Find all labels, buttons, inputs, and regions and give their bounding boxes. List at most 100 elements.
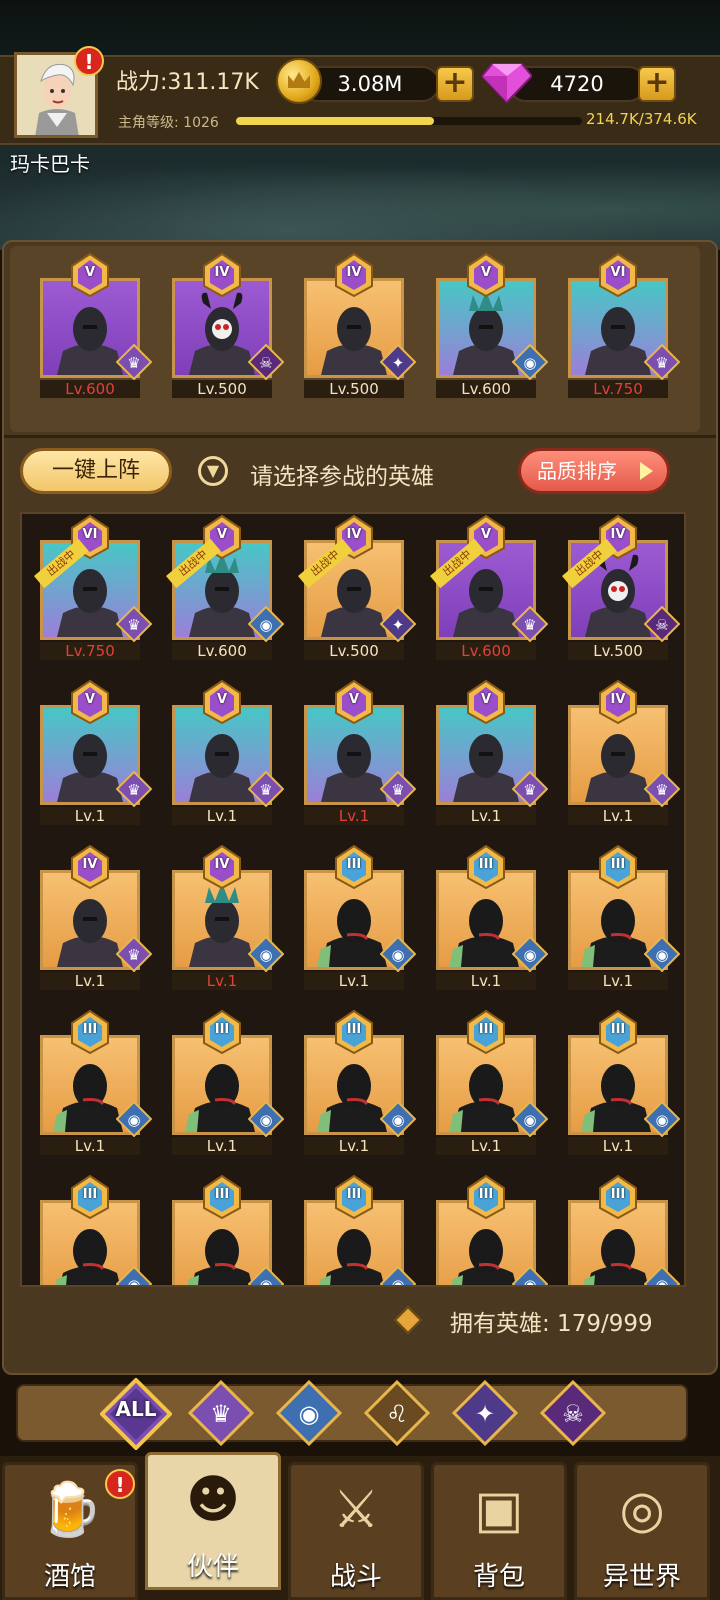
play-arrow-icon — [640, 462, 653, 480]
svg-text:✦: ✦ — [392, 616, 405, 634]
nav-tab-tavern[interactable]: 🍺 酒馆 ! — [2, 1462, 138, 1600]
faction-fish-icon: ◉ — [643, 1265, 681, 1287]
hero-level: Lv.500 — [304, 642, 404, 660]
svg-text:◉: ◉ — [391, 1276, 404, 1287]
faction-crown-icon: ♛ — [379, 770, 417, 808]
hero-level: Lv.1 — [304, 807, 404, 825]
info-down-icon: ▼ — [198, 456, 228, 486]
faction-demon-icon: ☠ — [643, 605, 681, 643]
faction-fish-icon: ◉ — [511, 343, 549, 381]
level-label: 主角等级: 1026 — [118, 115, 219, 131]
hero-level: Lv.1 — [172, 1137, 272, 1155]
hero-level: Lv.750 — [568, 380, 668, 398]
faction-elf-icon: ✦ — [379, 343, 417, 381]
battle-icon: ⚔ — [332, 1480, 380, 1540]
filter-crown-icon[interactable]: ♛ — [187, 1379, 255, 1447]
nav-tab-backpack[interactable]: ▣ 背包 — [431, 1462, 567, 1600]
hero-card[interactable]: V ♛ Lv.1 — [162, 679, 285, 829]
rank-badge-icon: III — [200, 1174, 244, 1220]
rank-badge-icon: III — [596, 1009, 640, 1055]
hero-card[interactable]: IV ☠ Lv.500 出战中 — [558, 514, 681, 664]
nav-tab-portal[interactable]: ◎ 异世界 — [574, 1462, 710, 1600]
faction-fish-icon: ◉ — [379, 1100, 417, 1138]
hero-card[interactable]: III ◉ — [426, 1174, 549, 1287]
nav-label: 伙伴 — [186, 1552, 239, 1582]
faction-fish-icon: ◉ — [247, 1100, 285, 1138]
partner-icon: ☻ — [185, 1470, 241, 1530]
hero-card[interactable]: V ◉ Lv.600 出战中 — [162, 514, 285, 664]
nav-tab-battle[interactable]: ⚔ 战斗 — [288, 1462, 424, 1600]
hero-card[interactable]: III ◉ Lv.1 — [294, 844, 417, 994]
hero-card[interactable]: VI ♛ Lv.750 出战中 — [30, 514, 153, 664]
hero-card[interactable]: III ◉ — [30, 1174, 153, 1285]
hero-card[interactable]: IV ♛ Lv.1 — [558, 679, 681, 829]
hero-card[interactable]: III ◉ Lv.1 — [30, 1009, 153, 1159]
hero-card[interactable]: III ◉ Lv.1 — [426, 844, 549, 994]
hero-level: Lv.1 — [436, 807, 536, 825]
auto-deploy-button[interactable]: 一键上阵 — [20, 448, 172, 494]
hero-card[interactable]: V ♛ Lv.1 — [294, 679, 417, 829]
svg-text:◉: ◉ — [299, 1400, 320, 1428]
hero-card[interactable]: V ♛ Lv.1 — [426, 679, 549, 829]
faction-crown-icon: ♛ — [115, 605, 153, 643]
hero-card[interactable]: III ◉ Lv.1 — [426, 1009, 549, 1159]
svg-text:◉: ◉ — [523, 1276, 536, 1287]
add-gem-button[interactable]: + — [638, 66, 676, 102]
hero-card[interactable]: IV ◉ Lv.1 — [162, 844, 285, 994]
hero-card[interactable]: III ◉ Lv.1 — [294, 1009, 417, 1159]
svg-text:♛: ♛ — [127, 946, 140, 964]
filter-fish-icon[interactable]: ◉ — [275, 1379, 343, 1447]
svg-text:◉: ◉ — [655, 1276, 668, 1287]
team-hero-card[interactable]: V ◉ Lv.600 — [426, 252, 549, 402]
hero-grid[interactable]: VI ♛ Lv.750 出战中 V ◉ Lv.600 出战中 IV ✦ Lv.5… — [20, 512, 686, 1287]
quality-sort-button[interactable]: 品质排序 — [518, 448, 670, 494]
hero-card[interactable]: III ◉ — [294, 1174, 417, 1287]
hero-card[interactable]: III ◉ — [558, 1174, 681, 1287]
hero-card[interactable]: IV ♛ Lv.1 — [30, 844, 153, 994]
rank-badge-icon: IV — [200, 844, 244, 890]
hero-card[interactable]: III ◉ Lv.1 — [558, 844, 681, 994]
hero-level: Lv.1 — [436, 972, 536, 990]
hero-card[interactable]: V ♛ Lv.1 — [30, 679, 153, 829]
faction-fish-icon: ◉ — [643, 1100, 681, 1138]
svg-text:☠: ☠ — [259, 354, 272, 372]
rank-badge-icon: III — [332, 844, 376, 890]
gold-value: 3.08M — [337, 72, 403, 96]
hero-level: Lv.1 — [40, 807, 140, 825]
faction-fish-icon: ◉ — [115, 1265, 153, 1285]
rank-badge-icon: IV — [332, 252, 376, 298]
filter-elf-icon[interactable]: ✦ — [451, 1379, 519, 1447]
hero-level: Lv.600 — [172, 642, 272, 660]
hero-level: Lv.500 — [568, 642, 668, 660]
svg-text:◉: ◉ — [655, 1111, 668, 1129]
faction-crown-icon: ♛ — [115, 770, 153, 808]
filter-lion-icon[interactable]: ♌ — [363, 1379, 431, 1447]
faction-fish-icon: ◉ — [247, 605, 285, 643]
team-hero-card[interactable]: IV ☠ Lv.500 — [162, 252, 285, 402]
hero-card[interactable]: III ◉ — [162, 1174, 285, 1285]
nav-tab-partner[interactable]: ☻ 伙伴 — [145, 1452, 281, 1590]
faction-fish-icon: ◉ — [379, 935, 417, 973]
owned-count: 拥有英雄: 179/999 — [450, 1311, 653, 1337]
nav-alert-badge: ! — [105, 1469, 135, 1499]
faction-elf-icon: ✦ — [379, 605, 417, 643]
nav-label: 战斗 — [329, 1562, 382, 1592]
hero-level: Lv.1 — [568, 1137, 668, 1155]
hero-level: Lv.1 — [436, 1137, 536, 1155]
filter-demon-icon[interactable]: ☠ — [539, 1379, 607, 1447]
hero-level: Lv.1 — [172, 807, 272, 825]
team-hero-card[interactable]: V ♛ Lv.600 — [30, 252, 153, 402]
hero-card[interactable]: V ♛ Lv.600 出战中 — [426, 514, 549, 664]
hero-level: Lv.1 — [40, 1137, 140, 1155]
hero-card[interactable]: IV ✦ Lv.500 出战中 — [294, 514, 417, 664]
svg-text:♛: ♛ — [127, 781, 140, 799]
svg-text:◉: ◉ — [391, 1111, 404, 1129]
team-hero-card[interactable]: VI ♛ Lv.750 — [558, 252, 681, 402]
hero-card[interactable]: III ◉ Lv.1 — [162, 1009, 285, 1159]
svg-text:◉: ◉ — [259, 946, 272, 964]
hero-level: Lv.1 — [40, 972, 140, 990]
add-gold-button[interactable]: + — [436, 66, 474, 102]
hero-level: Lv.1 — [172, 972, 272, 990]
hero-card[interactable]: III ◉ Lv.1 — [558, 1009, 681, 1159]
team-hero-card[interactable]: IV ✦ Lv.500 — [294, 252, 417, 402]
